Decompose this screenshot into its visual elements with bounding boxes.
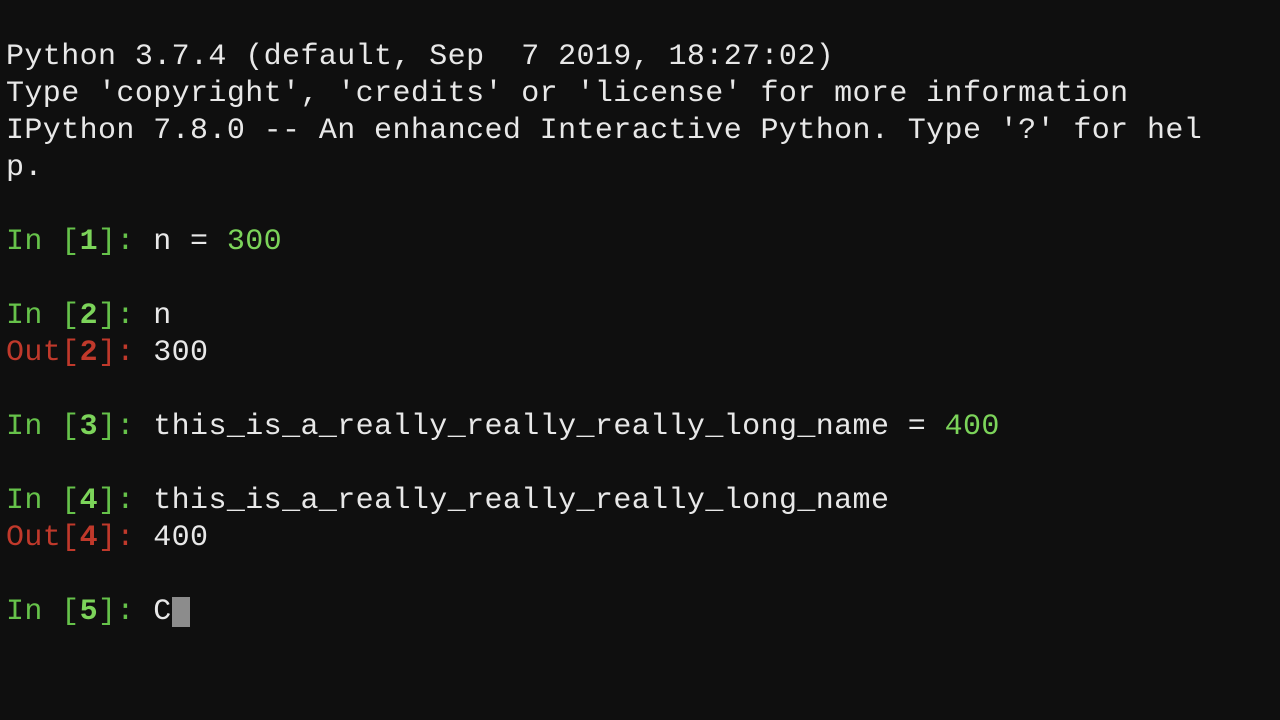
code-cell-1: n = (153, 225, 227, 259)
out-prompt-number: 2 (80, 336, 98, 370)
in-prompt-lbracket: [ (61, 595, 79, 629)
in-prompt-word: In (6, 410, 61, 444)
in-prompt-rbracket: ]: (98, 410, 153, 444)
terminal-viewport[interactable]: Python 3.7.4 (default, Sep 7 2019, 18:27… (0, 0, 1280, 631)
code-literal-3: 400 (945, 410, 1000, 444)
cursor-icon (172, 597, 190, 627)
in-prompt-lbracket: [ (61, 299, 79, 333)
banner-line-1: Python 3.7.4 (default, Sep 7 2019, 18:27… (6, 40, 834, 74)
in-prompt-word: In (6, 595, 61, 629)
in-prompt-number: 3 (80, 410, 98, 444)
in-prompt-rbracket: ]: (98, 484, 153, 518)
out-prompt-word: Out (6, 521, 61, 555)
in-prompt-word: In (6, 225, 61, 259)
code-cell-4: this_is_a_really_really_really_long_name (153, 484, 889, 518)
out-prompt-lbracket: [ (61, 521, 79, 555)
banner-line-2: Type 'copyright', 'credits' or 'license'… (6, 77, 1129, 111)
in-prompt-lbracket: [ (61, 410, 79, 444)
code-cell-5-input[interactable]: C (153, 595, 171, 629)
out-result-4: 400 (153, 521, 208, 555)
in-prompt-lbracket: [ (61, 225, 79, 259)
in-prompt-number: 2 (80, 299, 98, 333)
in-prompt-number: 4 (80, 484, 98, 518)
out-result-2: 300 (153, 336, 208, 370)
in-prompt-number: 5 (80, 595, 98, 629)
code-cell-2: n (153, 299, 171, 333)
code-cell-3: this_is_a_really_really_really_long_name… (153, 410, 944, 444)
out-prompt-lbracket: [ (61, 336, 79, 370)
in-prompt-word: In (6, 484, 61, 518)
in-prompt-word: In (6, 299, 61, 333)
in-prompt-rbracket: ]: (98, 299, 153, 333)
in-prompt-lbracket: [ (61, 484, 79, 518)
out-prompt-word: Out (6, 336, 61, 370)
in-prompt-number: 1 (80, 225, 98, 259)
banner-line-4: p. (6, 151, 43, 185)
code-literal-1: 300 (227, 225, 282, 259)
out-prompt-number: 4 (80, 521, 98, 555)
in-prompt-rbracket: ]: (98, 595, 153, 629)
out-prompt-rbracket: ]: (98, 521, 153, 555)
out-prompt-rbracket: ]: (98, 336, 153, 370)
in-prompt-rbracket: ]: (98, 225, 153, 259)
banner-line-3: IPython 7.8.0 -- An enhanced Interactive… (6, 114, 1202, 148)
